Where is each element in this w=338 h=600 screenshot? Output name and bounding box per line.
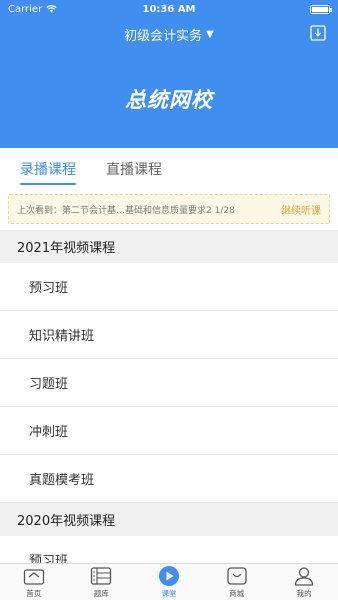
tabbar-label: 课堂 (161, 589, 177, 598)
tabbar-item-shop[interactable]: 商城 (207, 565, 267, 599)
last-watched-text: 上次看到：第二节会计基…基础和信息质量要求2 1/28 (17, 205, 235, 216)
chevron-down-icon: ▼ (206, 28, 214, 40)
play-icon (158, 565, 180, 587)
tabbar-item-home[interactable]: 首页 (4, 565, 64, 599)
section-header: 2020年视频课程 (0, 503, 338, 536)
question-bank-icon (90, 565, 112, 587)
continue-button[interactable]: 继续听课 (281, 202, 321, 217)
tabbar-label: 题库 (93, 589, 109, 598)
bottom-tab-bar: 首页 题库 课堂 商城 我的 (0, 563, 338, 600)
tab-live[interactable]: 直播课程 (106, 159, 162, 188)
subject-title: 初级会计实务 (124, 28, 203, 44)
subject-selector[interactable]: 初级会计实务 ▼ (124, 25, 214, 44)
download-icon[interactable] (308, 23, 328, 43)
battery-icon (310, 4, 332, 14)
tabbar-item-classroom[interactable]: 课堂 (139, 565, 199, 599)
course-tabs: 录播课程 直播课程 (0, 148, 338, 188)
last-watched-banner[interactable]: 上次看到：第二节会计基…基础和信息质量要求2 1/28 继续听课 (8, 194, 330, 224)
brand-logo: 总统网校 (125, 88, 213, 112)
list-item[interactable]: 知识精讲班 (0, 311, 338, 359)
list-item[interactable]: 习题班 (0, 359, 338, 407)
home-icon (23, 565, 45, 587)
tab-recorded[interactable]: 录播课程 (20, 159, 76, 188)
tabbar-item-question-bank[interactable]: 题库 (71, 565, 131, 599)
tabbar-item-profile[interactable]: 我的 (274, 565, 334, 599)
banner: 总统网校 (0, 50, 338, 148)
list-item[interactable]: 真题模考班 (0, 455, 338, 503)
course-list: 2021年视频课程 预习班 知识精讲班 习题班 冲刺班 真题模考班 2020年视… (0, 230, 338, 584)
section-header: 2021年视频课程 (0, 230, 338, 263)
nav-bar: 初级会计实务 ▼ (0, 18, 338, 50)
tabbar-label: 我的 (296, 589, 312, 598)
status-bar: Carrier 10:36 AM (0, 0, 338, 18)
shop-icon (226, 565, 248, 587)
tabbar-label: 商城 (229, 589, 245, 598)
tabbar-label: 首页 (26, 589, 42, 598)
status-time: 10:36 AM (142, 3, 196, 15)
list-item[interactable]: 冲刺班 (0, 407, 338, 455)
profile-icon (293, 565, 315, 587)
list-item[interactable]: 预习班 (0, 263, 338, 311)
